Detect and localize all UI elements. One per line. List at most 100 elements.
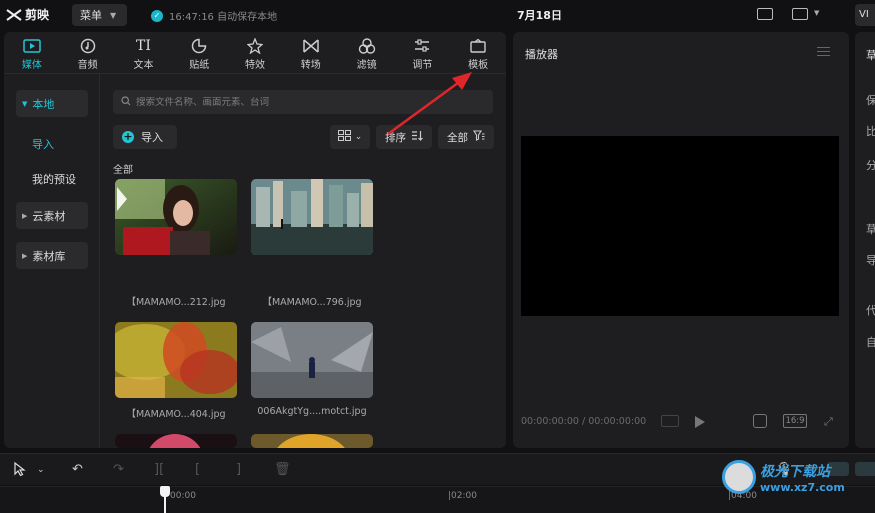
media-image: [251, 434, 373, 448]
properties-panel: 草 保 比 分 草 导 代 自: [855, 32, 875, 448]
layout-chevron-icon[interactable]: ▼: [814, 9, 819, 17]
play-icon[interactable]: [695, 416, 705, 428]
watermark-name: 极光下载站: [760, 463, 830, 480]
player-screen[interactable]: [521, 136, 839, 316]
media-filename: 【MAMAMO...404.jpg: [126, 409, 226, 420]
player-title: 播放器: [525, 48, 558, 61]
tab-template[interactable]: 模板: [450, 32, 506, 73]
section-label: 全部: [113, 165, 133, 176]
app-window: 剪映 菜单 ▼ ✓ 16:47:16 自动保存本地 7月18日 ▼ VI 媒体: [0, 0, 875, 513]
check-icon: ✓: [151, 9, 163, 22]
media-thumbnail[interactable]: [115, 434, 237, 448]
sidebar-item-label: 本地: [32, 97, 55, 111]
tab-text[interactable]: TI 文本: [116, 32, 172, 73]
delete-icon: 🗑: [274, 462, 291, 477]
tab-sticker[interactable]: 贴纸: [171, 32, 227, 73]
media-thumbnail[interactable]: [251, 322, 373, 398]
caret-right-icon: ▶: [22, 251, 28, 260]
menu-button[interactable]: 菜单 ▼: [72, 4, 127, 26]
tab-label: 音频: [77, 60, 98, 71]
props-item: 代: [866, 304, 875, 317]
tab-filter[interactable]: 滤镜: [339, 32, 395, 73]
tab-adjust[interactable]: 调节: [394, 32, 450, 73]
select-cursor-icon[interactable]: [14, 461, 26, 480]
focus-icon[interactable]: [753, 414, 767, 428]
funnel-icon: [473, 130, 485, 144]
waveform-icon[interactable]: [661, 415, 679, 427]
effects-icon: [246, 38, 264, 54]
media-thumbnail[interactable]: [115, 322, 237, 398]
split-icon: ][: [154, 462, 165, 477]
hamburger-menu-icon[interactable]: [817, 47, 830, 56]
media-thumbnail[interactable]: [251, 434, 373, 448]
magnet-toggle-icon[interactable]: [855, 462, 875, 476]
media-thumbnail[interactable]: [115, 179, 237, 255]
sort-label: 排序: [385, 131, 406, 144]
title-bar: 剪映 菜单 ▼ ✓ 16:47:16 自动保存本地 7月18日 ▼ VI: [0, 0, 875, 30]
media-image: [251, 322, 373, 398]
grid-view-icon: [337, 130, 351, 144]
watermark-text: 极光下载站 www.xz7.com: [760, 461, 845, 494]
tick-label: 00:00: [170, 491, 196, 501]
search-input[interactable]: [136, 96, 476, 108]
app-name: 剪映: [25, 8, 50, 22]
sticker-icon: [190, 38, 208, 54]
watermark-logo-icon: [722, 460, 756, 494]
undo-icon[interactable]: ↶: [72, 462, 83, 477]
media-image: [251, 179, 373, 255]
player-panel: 播放器 00:00:00:00 / 00:00:00:00 16:9 ⤢: [513, 32, 849, 448]
props-item: 自: [866, 336, 875, 349]
tab-label: 文本: [133, 60, 154, 71]
caret-down-icon: ▼: [22, 99, 28, 108]
search-bar: [113, 90, 493, 114]
tab-effects[interactable]: 特效: [227, 32, 283, 73]
tab-transition[interactable]: 转场: [283, 32, 339, 73]
props-item: 草: [866, 49, 875, 62]
import-button[interactable]: + 导入: [113, 125, 177, 149]
props-item: 比: [866, 125, 875, 138]
media-image: [115, 179, 237, 255]
props-item: 草: [866, 223, 875, 236]
tab-audio[interactable]: 音频: [60, 32, 116, 73]
chevron-down-icon: ▼: [110, 10, 117, 20]
filter-button[interactable]: 全部: [438, 125, 494, 149]
audio-icon: [79, 38, 97, 54]
tab-label: 特效: [245, 60, 266, 71]
chevron-down-icon[interactable]: ⌄: [37, 465, 45, 475]
playhead-handle[interactable]: [160, 486, 170, 497]
sidebar-item-import[interactable]: 导入: [32, 136, 54, 152]
sidebar-item-cloud[interactable]: ▶ 云素材: [16, 202, 88, 229]
save-status: ✓ 16:47:16 自动保存本地: [151, 8, 277, 23]
sidebar-item-local[interactable]: ▼ 本地: [16, 90, 88, 117]
split-right-icon: ]: [236, 462, 242, 477]
view-mode-button[interactable]: ⌄: [330, 125, 370, 149]
export-button[interactable]: VI: [855, 4, 875, 26]
sidebar-item-library[interactable]: ▶ 素材库: [16, 242, 88, 269]
tab-label: 调节: [412, 60, 433, 71]
split-left-icon: [: [195, 462, 201, 477]
media-thumbnail[interactable]: [251, 179, 373, 255]
adjust-icon: [413, 38, 431, 54]
menu-label: 菜单: [80, 9, 102, 22]
chevron-down-icon: ⌄: [354, 132, 363, 142]
media-panel: 媒体 音频 TI 文本 贴纸 特效 转场 滤镜 调节 模板 ▼ 本地 导入 我的…: [4, 32, 506, 448]
sort-icon: [411, 130, 423, 144]
template-icon: [469, 38, 487, 54]
sort-button[interactable]: 排序: [376, 125, 432, 149]
media-filename: 006AkgtYg....motct.jpg: [257, 406, 367, 417]
layout-icon[interactable]: [792, 8, 808, 20]
aspect-ratio-button[interactable]: 16:9: [783, 414, 807, 428]
props-item: 导: [866, 254, 875, 267]
tab-bar: 媒体 音频 TI 文本 贴纸 特效 转场 滤镜 调节 模板: [4, 32, 506, 74]
filter-icon: [358, 38, 376, 54]
keyboard-icon[interactable]: [757, 8, 773, 20]
sidebar-item-presets[interactable]: 我的预设: [32, 171, 76, 187]
caret-right-icon: ▶: [22, 211, 28, 220]
media-icon: [23, 38, 41, 54]
tab-label: 滤镜: [356, 60, 377, 71]
fullscreen-icon[interactable]: ⤢: [824, 415, 833, 429]
project-title: 7月18日: [517, 9, 562, 22]
player-timecode: 00:00:00:00 / 00:00:00:00: [521, 416, 647, 427]
tab-media[interactable]: 媒体: [4, 32, 60, 73]
media-image: [115, 434, 237, 448]
